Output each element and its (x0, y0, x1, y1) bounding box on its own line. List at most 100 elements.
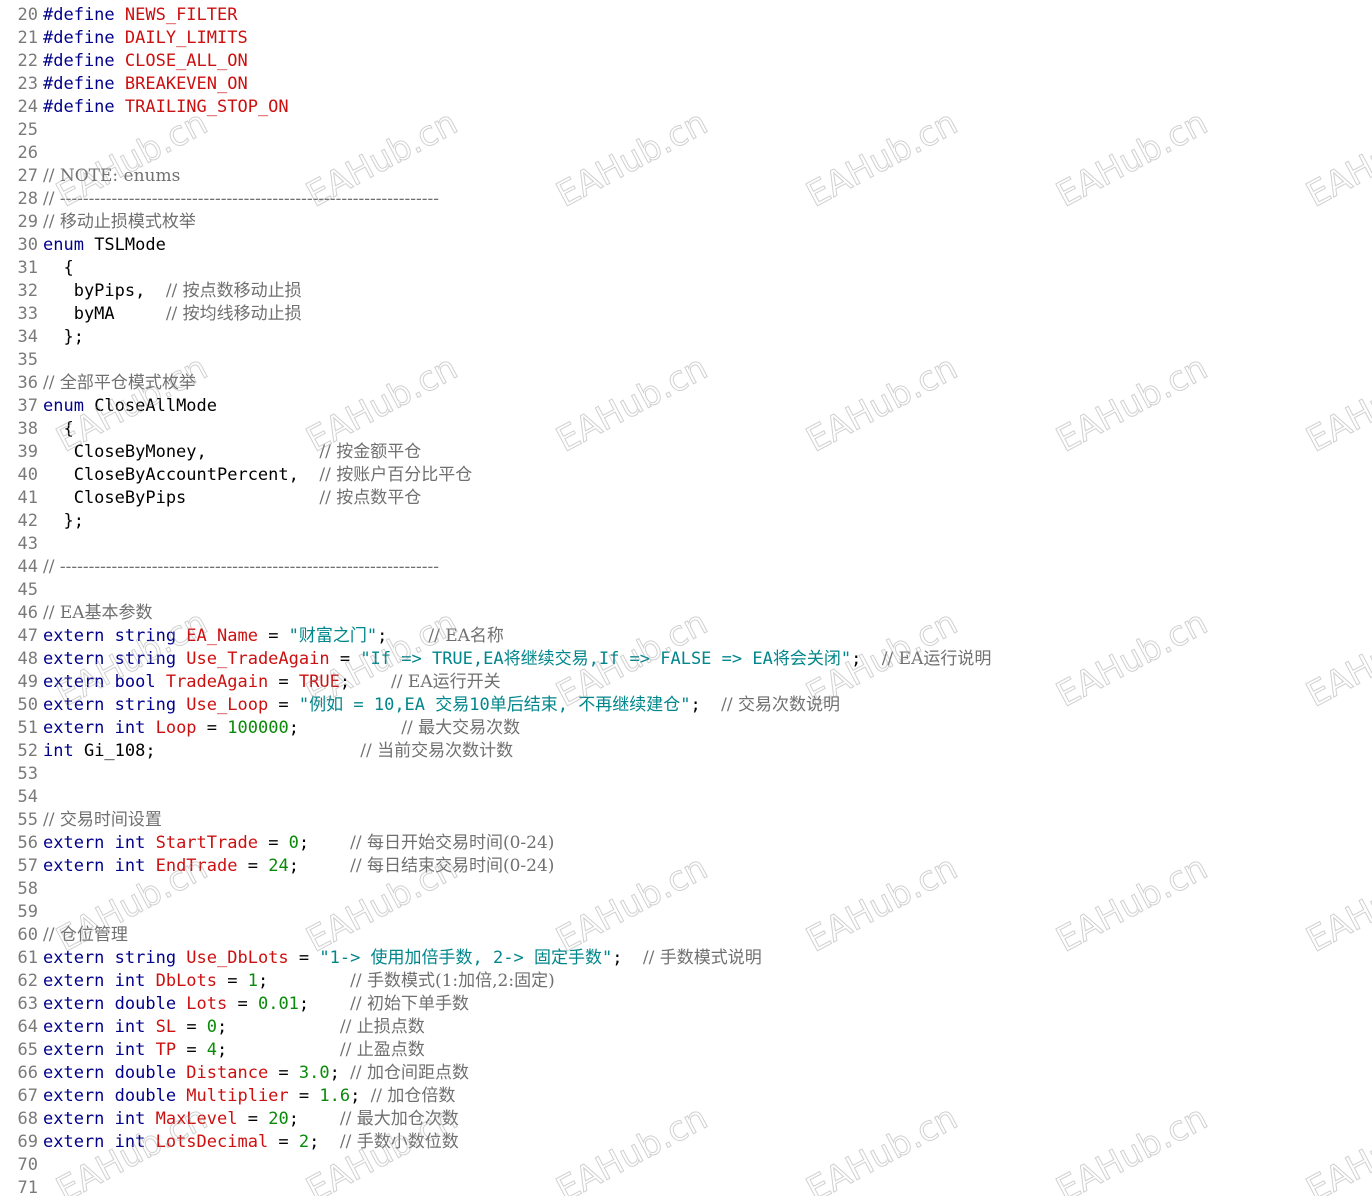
code-line[interactable]: 46// EA基本参数 (0, 602, 1372, 625)
code-line[interactable]: 44// -----------------------------------… (0, 556, 1372, 579)
code-line[interactable]: 43 (0, 533, 1372, 556)
code-token: { (43, 258, 74, 278)
code-token: = (227, 994, 258, 1014)
code-text: extern double Lots = 0.01; // 初始下单手数 (43, 993, 469, 1016)
code-line[interactable]: 54 (0, 786, 1372, 809)
code-line[interactable]: 24 #define TRAILING_STOP_ON (0, 96, 1372, 119)
code-line[interactable]: 64 extern int SL = 0; // 止损点数 (0, 1016, 1372, 1039)
code-line[interactable]: 71 (0, 1177, 1372, 1200)
code-token: // -------------------------------------… (43, 557, 439, 577)
code-line[interactable]: 52 int Gi_108; // 当前交易次数计数 (0, 740, 1372, 763)
code-token: #define (43, 51, 125, 71)
code-line[interactable]: 38 { (0, 418, 1372, 441)
code-token: Multiplier (186, 1086, 289, 1106)
code-line[interactable]: 32 byPips, // 按点数移动止损 (0, 280, 1372, 303)
line-number: 49 (17, 672, 38, 692)
code-token: = (268, 672, 299, 692)
code-text: extern int StartTrade = 0; // 每日开始交易时间(0… (43, 832, 554, 855)
line-number: 59 (17, 902, 38, 922)
code-line[interactable]: 27// NOTE: enums (0, 165, 1372, 188)
code-token: // 初始下单手数 (350, 994, 469, 1014)
code-token: CLOSE_ALL_ON (124, 51, 248, 71)
line-number: 31 (17, 258, 38, 278)
code-line[interactable]: 42 }; (0, 510, 1372, 533)
code-token: // EA基本参数 (43, 603, 153, 623)
code-token: ; (690, 695, 722, 715)
code-text: extern int DbLots = 1; // 手数模式(1:加倍,2:固定… (43, 970, 555, 993)
code-token: #define (43, 28, 125, 48)
code-text: #define CLOSE_ALL_ON (43, 50, 248, 73)
code-token: StartTrade (155, 833, 258, 853)
code-line[interactable]: 40 CloseByAccountPercent, // 按账户百分比平仓 (0, 464, 1372, 487)
code-line[interactable]: 63 extern double Lots = 0.01; // 初始下单手数 (0, 993, 1372, 1016)
code-text: byMA // 按均线移动止损 (43, 303, 302, 326)
code-line[interactable]: 53 (0, 763, 1372, 786)
code-text: int Gi_108; // 当前交易次数计数 (43, 740, 513, 763)
code-token: CloseByAccountPercent, (43, 465, 320, 485)
code-line[interactable]: 30 enum TSLMode (0, 234, 1372, 257)
code-line[interactable]: 33 byMA // 按均线移动止损 (0, 303, 1372, 326)
code-line[interactable]: 48 extern string Use_TradeAgain = "If => … (0, 648, 1372, 671)
code-line[interactable]: 26 (0, 142, 1372, 165)
line-number: 68 (17, 1109, 38, 1129)
code-token: enum (43, 396, 95, 416)
code-line[interactable]: 21 #define DAILY_LIMITS (0, 27, 1372, 50)
code-text: extern string Use_DbLots = "1-> 使用加倍手数, … (43, 947, 762, 970)
code-line[interactable]: 22 #define CLOSE_ALL_ON (0, 50, 1372, 73)
code-line[interactable]: 59 (0, 901, 1372, 924)
code-line[interactable]: 66 extern double Distance = 3.0; // 加仓间距点… (0, 1062, 1372, 1085)
line-number: 21 (17, 28, 38, 48)
code-line[interactable]: 56 extern int StartTrade = 0; // 每日开始交易时间… (0, 832, 1372, 855)
line-number: 55 (17, 810, 38, 830)
code-line[interactable]: 36// 全部平仓模式枚举 (0, 372, 1372, 395)
code-line[interactable]: 68 extern int MaxLevel = 20; // 最大加仓次数 (0, 1108, 1372, 1131)
code-text: #define BREAKEVEN_ON (43, 73, 248, 96)
code-line[interactable]: 41 CloseByPips // 按点数平仓 (0, 487, 1372, 510)
code-line[interactable]: 65 extern int TP = 4; // 止盈点数 (0, 1039, 1372, 1062)
code-text: extern int SL = 0; // 止损点数 (43, 1016, 425, 1039)
code-token: = (257, 833, 289, 853)
code-token: extern bool (43, 672, 166, 692)
code-line[interactable]: 60// 仓位管理 (0, 924, 1372, 947)
code-line[interactable]: 70 (0, 1154, 1372, 1177)
code-token: "If => TRUE,EA将继续交易,If => FALSE => EA将会关… (360, 649, 852, 669)
line-number: 71 (17, 1178, 38, 1198)
code-line[interactable]: 28// -----------------------------------… (0, 188, 1372, 211)
code-text: CloseByPips // 按点数平仓 (43, 487, 422, 510)
code-line[interactable]: 25 (0, 119, 1372, 142)
code-line[interactable]: 20 #define NEWS_FILTER (0, 4, 1372, 27)
code-text: }; (43, 510, 83, 533)
code-editor[interactable]: 20 #define NEWS_FILTER 21 #define DAILY_LIM… (0, 4, 1372, 1200)
code-line[interactable]: 51 extern int Loop = 100000; // 最大交易次数 (0, 717, 1372, 740)
code-line[interactable]: 55// 交易时间设置 (0, 809, 1372, 832)
line-number: 39 (17, 442, 38, 462)
code-line[interactable]: 58 (0, 878, 1372, 901)
code-line[interactable]: 34 }; (0, 326, 1372, 349)
code-token: // 按账户百分比平仓 (319, 465, 473, 485)
code-token: // 仓位管理 (43, 925, 128, 945)
code-line[interactable]: 62 extern int DbLots = 1; // 手数模式(1:加倍,2:… (0, 970, 1372, 993)
code-token: #define (43, 5, 125, 25)
code-line[interactable]: 49 extern bool TradeAgain = TRUE; // EA运行… (0, 671, 1372, 694)
code-line[interactable]: 29// 移动止损模式枚举 (0, 211, 1372, 234)
code-token: = (176, 1040, 207, 1060)
code-line[interactable]: 35 (0, 349, 1372, 372)
code-line[interactable]: 67 extern double Multiplier = 1.6; // 加仓倍… (0, 1085, 1372, 1108)
code-line[interactable]: 50 extern string Use_Loop = "例如 = 10,EA 交… (0, 694, 1372, 717)
code-text: enum CloseAllMode (43, 395, 217, 418)
code-text: #define NEWS_FILTER (43, 4, 237, 27)
code-line[interactable]: 23 #define BREAKEVEN_ON (0, 73, 1372, 96)
code-line[interactable]: 39 CloseByMoney, // 按金额平仓 (0, 441, 1372, 464)
code-line[interactable]: 37 enum CloseAllMode (0, 395, 1372, 418)
code-line[interactable]: 61 extern string Use_DbLots = "1-> 使用加倍手数… (0, 947, 1372, 970)
code-line[interactable]: 45 (0, 579, 1372, 602)
code-line[interactable]: 69 extern int LotsDecimal = 2; // 手数小数位数 (0, 1131, 1372, 1154)
line-number: 70 (17, 1155, 38, 1175)
code-line[interactable]: 47 extern string EA_Name = "财富之门"; // EA名… (0, 625, 1372, 648)
code-text: CloseByAccountPercent, // 按账户百分比平仓 (43, 464, 473, 487)
code-line[interactable]: 31 { (0, 257, 1372, 280)
code-token: = (268, 1132, 299, 1152)
code-token: ; (217, 1040, 340, 1060)
code-line[interactable]: 57 extern int EndTrade = 24; // 每日结束交易时间(… (0, 855, 1372, 878)
code-text: { (43, 257, 74, 280)
